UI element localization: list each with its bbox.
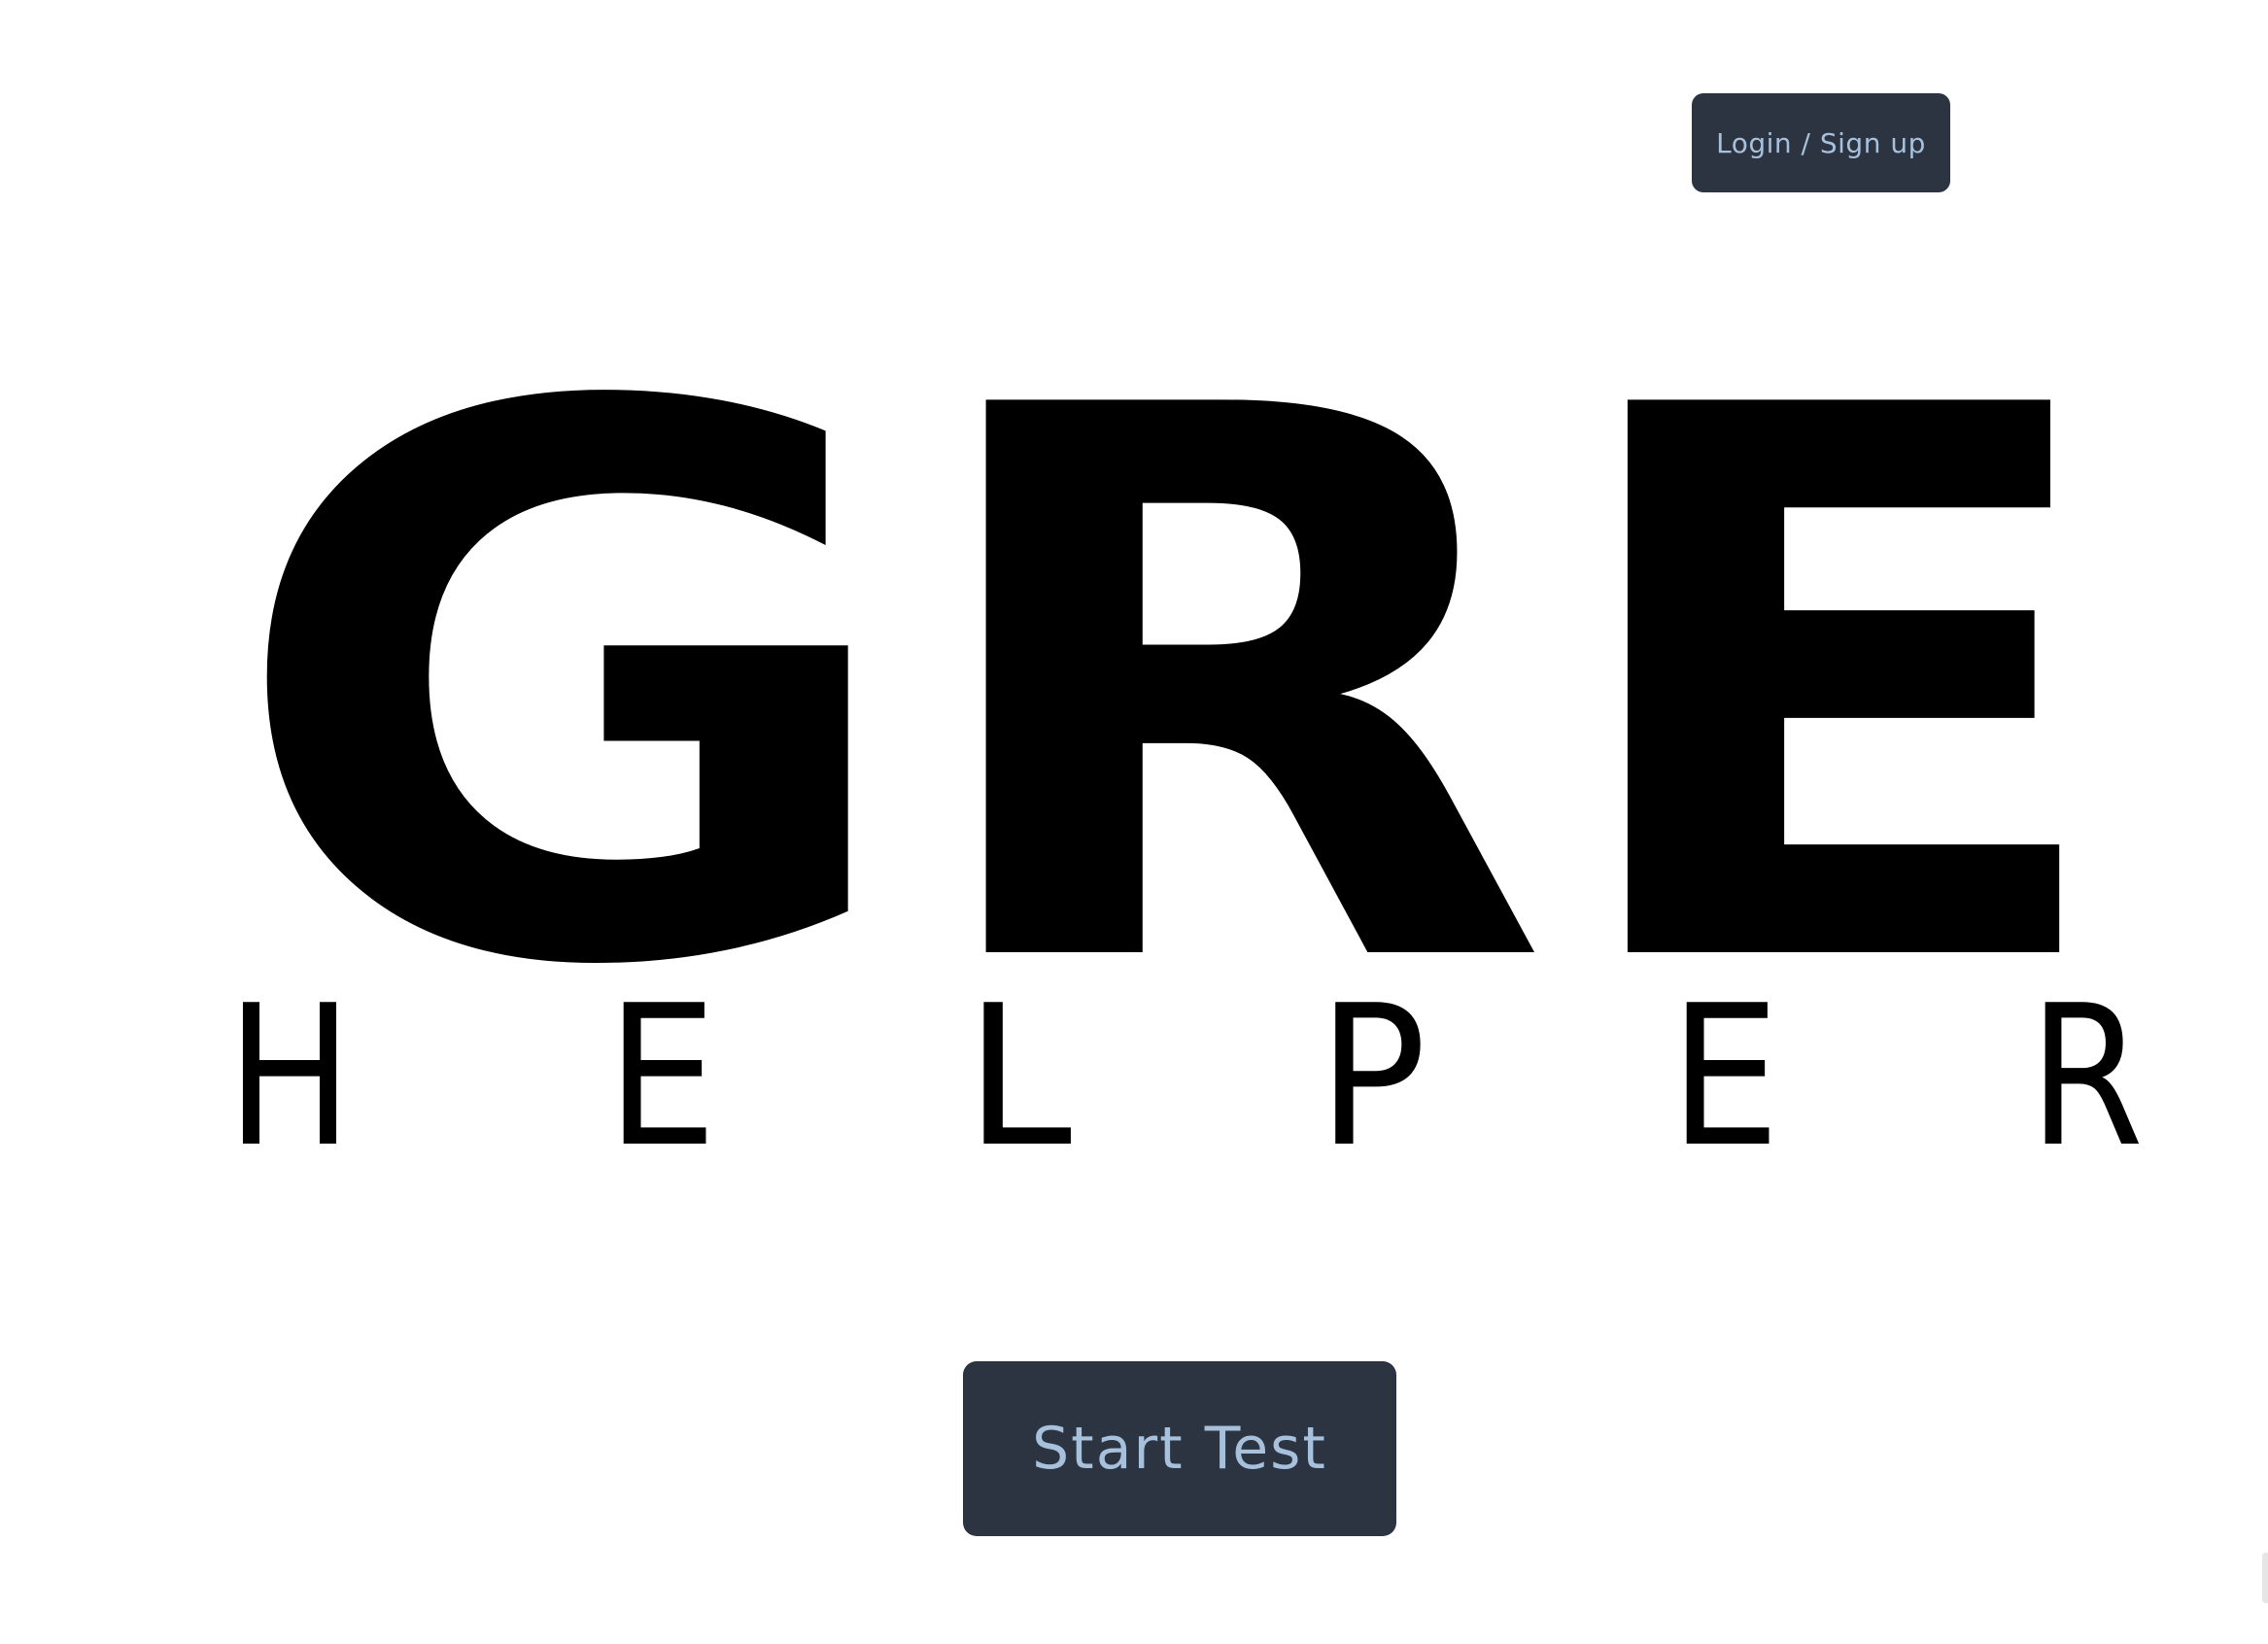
logo-sub-letter: E <box>1669 964 1780 1190</box>
logo-sub-letter: L <box>965 964 1072 1190</box>
landing-page: Login / Sign up GRE H E L P E R Start Te… <box>0 0 2268 1644</box>
start-test-button[interactable]: Start Test <box>963 1361 1396 1536</box>
logo-sub-letter: E <box>606 964 717 1190</box>
logo-sub-letter: R <box>2029 964 2144 1190</box>
logo-sub-letter: P <box>1318 964 1426 1190</box>
logo-main-text: GRE <box>225 249 2120 1131</box>
logo-sub-letter: H <box>226 964 353 1190</box>
scrollbar-thumb[interactable] <box>2262 1553 2268 1603</box>
